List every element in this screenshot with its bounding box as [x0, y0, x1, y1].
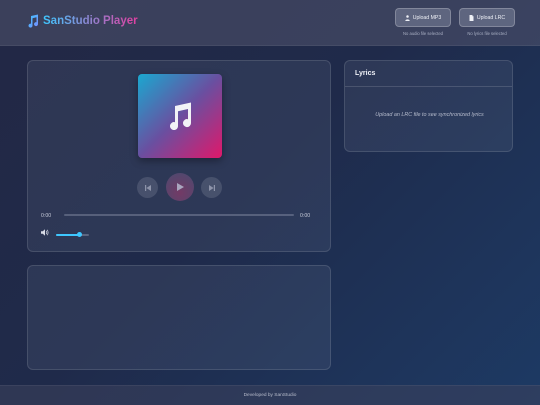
- upload-lrc-group: Upload LRC No lyrics file selected: [459, 8, 515, 36]
- lyrics-file-status: No lyrics file selected: [467, 31, 507, 36]
- previous-button[interactable]: [137, 177, 158, 198]
- music-note-icon: [28, 14, 39, 28]
- play-icon: [176, 183, 184, 191]
- app-footer: Developed by SanStudio: [0, 385, 540, 405]
- app-logo: SanStudio Player: [27, 14, 138, 28]
- app-title: SanStudio Player: [43, 15, 138, 27]
- lyrics-empty-message: Upload an LRC file to see synchronized l…: [375, 112, 484, 118]
- upload-mp3-label: Upload MP3: [412, 14, 442, 21]
- duration: 0:00: [300, 213, 311, 219]
- player-card: 0:00 0:00: [27, 60, 331, 252]
- play-button[interactable]: [166, 173, 194, 201]
- skip-back-icon: [144, 184, 151, 191]
- lyrics-card: Lyrics Upload an LRC file to see synchro…: [344, 60, 513, 152]
- user-upload-icon: [404, 14, 410, 21]
- upload-lrc-button[interactable]: Upload LRC: [459, 8, 515, 27]
- volume-slider[interactable]: [56, 232, 89, 237]
- visualizer-panel: [27, 265, 331, 370]
- upload-lrc-label: Upload LRC: [476, 14, 506, 21]
- skip-forward-icon: [208, 184, 215, 191]
- lyrics-title: Lyrics: [355, 70, 376, 77]
- music-note-icon: [170, 102, 192, 130]
- progress-bar[interactable]: [64, 214, 294, 216]
- next-button[interactable]: [201, 177, 222, 198]
- footer-credit: Developed by SanStudio: [243, 393, 297, 398]
- volume-icon[interactable]: [41, 229, 49, 236]
- album-cover: [138, 74, 222, 158]
- volume-fill: [56, 234, 80, 236]
- lyrics-divider: [345, 86, 512, 87]
- upload-mp3-group: Upload MP3 No audio file selected: [395, 8, 451, 36]
- file-icon: [469, 14, 474, 21]
- upload-mp3-button[interactable]: Upload MP3: [395, 8, 451, 27]
- current-time: 0:00: [41, 213, 52, 219]
- app-header: SanStudio Player Upload MP3 No audio fil…: [0, 0, 540, 46]
- volume-handle[interactable]: [76, 232, 82, 237]
